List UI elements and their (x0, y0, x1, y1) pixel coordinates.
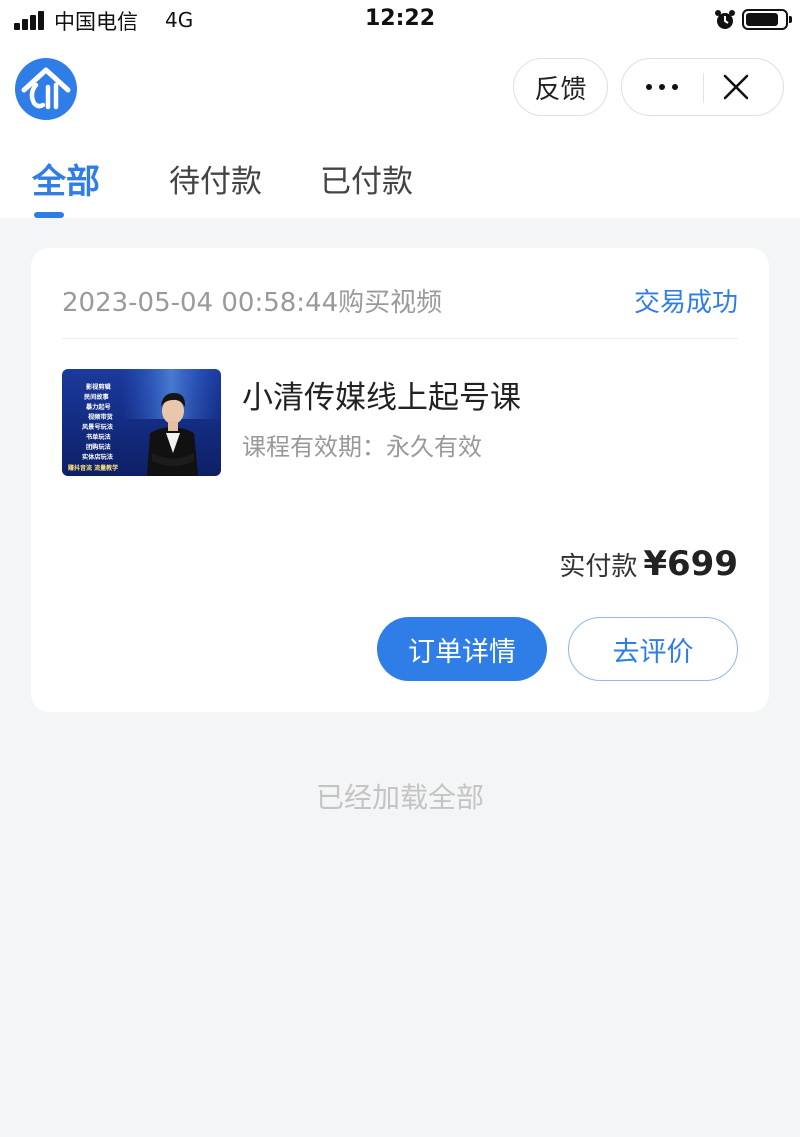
order-datetime: 2023-05-04 00:58:44 (62, 288, 339, 318)
status-time: 12:22 (364, 6, 436, 31)
thumb-footer: 赚抖音流 流量教学 (67, 464, 118, 472)
order-meta: 2023-05-04 00:58:44购买视频 (62, 282, 442, 319)
validity-label: 课程有效期： (242, 433, 386, 461)
card-divider (62, 338, 738, 339)
feedback-button[interactable]: 反馈 (513, 58, 608, 116)
thumb-line: 民间故事 (84, 393, 110, 401)
payment-summary: 实付款 ¥699 (559, 544, 738, 584)
order-card[interactable]: 2023-05-04 00:58:44购买视频 交易成功 影视剪辑 民间故事 暴… (31, 248, 769, 712)
course-validity: 课程有效期：永久有效 (242, 427, 482, 462)
header: 反馈 全部 待付款 已付款 (0, 40, 800, 218)
validity-value: 永久有效 (386, 433, 482, 461)
order-detail-button[interactable]: 订单详情 (377, 617, 547, 681)
tab-paid[interactable]: 已付款 (320, 156, 413, 201)
order-status: 交易成功 (633, 288, 738, 318)
thumb-line: 暴力起号 (85, 403, 111, 411)
more-dots-icon[interactable] (622, 59, 702, 115)
capsule-divider (703, 73, 704, 103)
close-icon[interactable] (720, 71, 752, 103)
thumb-line: 书单玩法 (86, 433, 111, 441)
thumb-line: 视频带货 (88, 413, 114, 421)
paid-label: 实付款 (559, 552, 638, 582)
tab-pending-payment[interactable]: 待付款 (169, 156, 262, 201)
mini-program-capsule (621, 58, 784, 116)
review-button[interactable]: 去评价 (568, 617, 738, 681)
order-action: 购买视频 (338, 288, 443, 318)
paid-amount: ¥699 (643, 544, 738, 584)
tab-all[interactable]: 全部 (32, 154, 100, 203)
thumb-line: 风景号玩法 (82, 423, 113, 431)
battery-icon (742, 9, 792, 30)
status-bar: 中国电信 4G 12:22 (0, 0, 800, 40)
all-loaded-note: 已经加载全部 (315, 781, 484, 814)
alarm-icon (715, 10, 735, 29)
course-thumbnail[interactable]: 影视剪辑 民间故事 暴力起号 视频带货 风景号玩法 书单玩法 团购玩法 实体店玩… (62, 369, 221, 476)
thumb-line: 实体店玩法 (82, 453, 113, 461)
active-tab-indicator (34, 212, 64, 218)
course-title[interactable]: 小清传媒线上起号课 (242, 372, 521, 417)
thumb-line: 影视剪辑 (86, 383, 112, 391)
house-logo-icon[interactable] (14, 57, 78, 121)
thumb-line: 团购玩法 (86, 443, 111, 451)
order-tabs: 全部 待付款 已付款 (0, 140, 800, 218)
